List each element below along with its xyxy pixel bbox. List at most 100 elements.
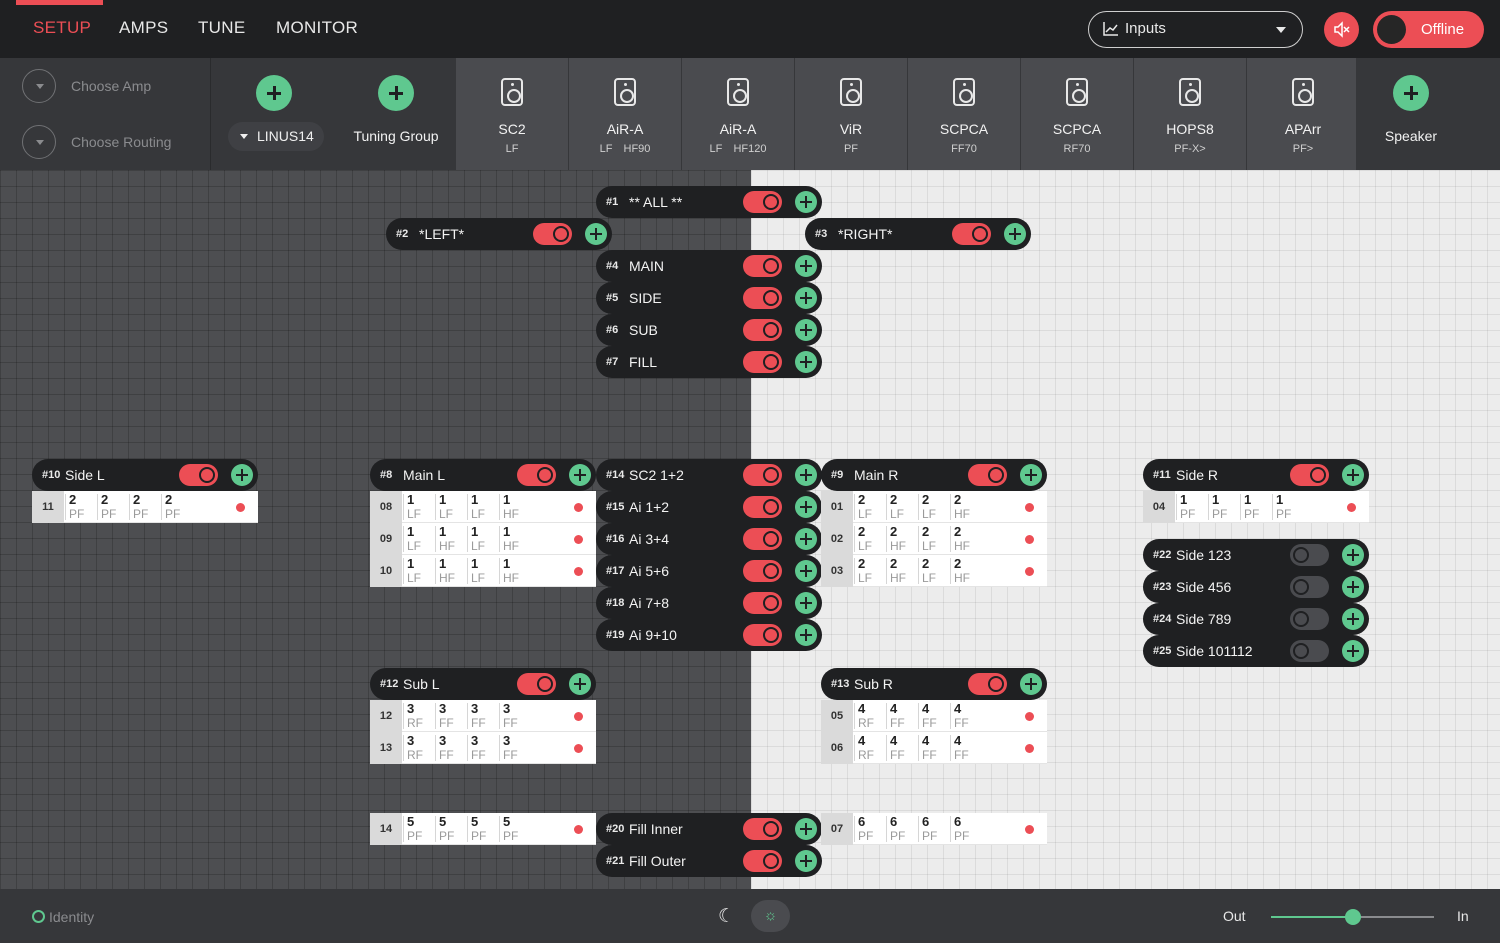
device-card[interactable]: AiR-A LF HF120 bbox=[682, 58, 794, 170]
group-node[interactable]: #2 *LEFT* bbox=[386, 218, 612, 250]
group-node[interactable]: #19 Ai 9+10 bbox=[596, 619, 822, 651]
add-icon[interactable] bbox=[795, 496, 817, 518]
amp-channel[interactable]: 1 LF bbox=[403, 556, 433, 586]
amp-channel[interactable]: 1 HF bbox=[435, 524, 465, 554]
amp-channel[interactable]: 1 HF bbox=[499, 524, 529, 554]
amp-channel[interactable]: 3 RF bbox=[403, 733, 433, 763]
tab-setup[interactable]: SETUP bbox=[33, 0, 91, 58]
group-toggle[interactable] bbox=[743, 624, 782, 646]
add-icon[interactable] bbox=[1342, 464, 1364, 486]
amp-channel[interactable]: 1 HF bbox=[435, 556, 465, 586]
view-select[interactable]: Inputs bbox=[1088, 11, 1303, 48]
amp-channel[interactable]: 1 LF bbox=[403, 492, 433, 522]
group-toggle[interactable] bbox=[1290, 464, 1329, 486]
amp-channel[interactable]: 2 LF bbox=[918, 556, 948, 586]
amp-channel[interactable]: 2 LF bbox=[854, 524, 884, 554]
group-toggle[interactable] bbox=[743, 496, 782, 518]
group-node[interactable]: #12 Sub L bbox=[370, 668, 596, 700]
group-toggle[interactable] bbox=[743, 255, 782, 277]
amp-channel[interactable]: 2 PF bbox=[65, 492, 95, 522]
amp-row[interactable]: 07 6 PF 6 PF 6 PF 6 PF bbox=[821, 813, 1047, 845]
amp-channel[interactable]: 2 PF bbox=[129, 492, 159, 522]
group-node[interactable]: #10 Side L bbox=[32, 459, 258, 491]
group-node[interactable]: #4 MAIN bbox=[596, 250, 822, 282]
amp-channel[interactable]: 1 LF bbox=[467, 556, 497, 586]
group-toggle[interactable] bbox=[743, 818, 782, 840]
add-icon[interactable] bbox=[1342, 576, 1364, 598]
group-toggle[interactable] bbox=[743, 351, 782, 373]
group-toggle[interactable] bbox=[517, 673, 556, 695]
amp-channel[interactable]: 2 HF bbox=[886, 556, 916, 586]
amp-type-select[interactable]: LINUS14 bbox=[228, 122, 324, 151]
amp-channel[interactable]: 6 PF bbox=[854, 814, 884, 844]
group-node[interactable]: #7 FILL bbox=[596, 346, 822, 378]
group-node[interactable]: #5 SIDE bbox=[596, 282, 822, 314]
group-node[interactable]: #14 SC2 1+2 bbox=[596, 459, 822, 491]
group-toggle[interactable] bbox=[743, 287, 782, 309]
amp-row[interactable]: 04 1 PF 1 PF 1 PF 1 PF bbox=[1143, 491, 1369, 523]
amp-channel[interactable]: 4 FF bbox=[950, 701, 980, 731]
amp-channel[interactable]: 4 FF bbox=[886, 701, 916, 731]
group-toggle[interactable] bbox=[1290, 640, 1329, 662]
add-icon[interactable] bbox=[231, 464, 253, 486]
tab-monitor[interactable]: MONITOR bbox=[276, 0, 358, 58]
add-icon[interactable] bbox=[795, 528, 817, 550]
add-icon[interactable] bbox=[795, 319, 817, 341]
slider-thumb[interactable] bbox=[1344, 909, 1361, 925]
amp-row[interactable]: 01 2 LF 2 LF 2 LF 2 HF bbox=[821, 491, 1047, 523]
group-node[interactable]: #20 Fill Inner bbox=[596, 813, 822, 845]
amp-channel[interactable]: 6 PF bbox=[886, 814, 916, 844]
device-card[interactable]: AiR-A LF HF90 bbox=[569, 58, 681, 170]
add-icon[interactable] bbox=[585, 223, 607, 245]
amp-channel[interactable]: 2 HF bbox=[950, 524, 980, 554]
add-icon[interactable] bbox=[795, 191, 817, 213]
tab-tune[interactable]: TUNE bbox=[198, 0, 245, 58]
add-amp-button[interactable] bbox=[256, 75, 292, 111]
device-card[interactable]: APArr PF> bbox=[1247, 58, 1359, 170]
amp-channel[interactable]: 1 PF bbox=[1176, 492, 1206, 522]
mute-button[interactable] bbox=[1324, 12, 1359, 47]
group-node[interactable]: #21 Fill Outer bbox=[596, 845, 822, 877]
amp-channel[interactable]: 2 LF bbox=[854, 492, 884, 522]
group-node[interactable]: #22 Side 123 bbox=[1143, 539, 1369, 571]
add-icon[interactable] bbox=[795, 464, 817, 486]
add-icon[interactable] bbox=[795, 624, 817, 646]
add-icon[interactable] bbox=[795, 560, 817, 582]
device-card[interactable]: SCPCA FF70 bbox=[908, 58, 1020, 170]
amp-channel[interactable]: 2 HF bbox=[950, 556, 980, 586]
amp-channel[interactable]: 3 FF bbox=[467, 701, 497, 731]
amp-channel[interactable]: 1 LF bbox=[467, 492, 497, 522]
device-card[interactable]: SCPCA RF70 bbox=[1021, 58, 1133, 170]
add-icon[interactable] bbox=[1342, 544, 1364, 566]
add-icon[interactable] bbox=[1342, 608, 1364, 630]
amp-channel[interactable]: 5 PF bbox=[435, 814, 465, 844]
add-icon[interactable] bbox=[1004, 223, 1026, 245]
group-node[interactable]: #18 Ai 7+8 bbox=[596, 587, 822, 619]
amp-channel[interactable]: 4 RF bbox=[854, 733, 884, 763]
amp-channel[interactable]: 3 FF bbox=[435, 701, 465, 731]
group-toggle[interactable] bbox=[1290, 608, 1329, 630]
device-card[interactable]: HOPS8 PF-X> bbox=[1134, 58, 1246, 170]
amp-channel[interactable]: 4 RF bbox=[854, 701, 884, 731]
amp-channel[interactable]: 6 PF bbox=[950, 814, 980, 844]
amp-channel[interactable]: 3 FF bbox=[435, 733, 465, 763]
amp-channel[interactable]: 5 PF bbox=[467, 814, 497, 844]
amp-channel[interactable]: 5 PF bbox=[403, 814, 433, 844]
amp-channel[interactable]: 1 HF bbox=[499, 556, 529, 586]
add-icon[interactable] bbox=[795, 592, 817, 614]
amp-channel[interactable]: 1 PF bbox=[1272, 492, 1302, 522]
amp-row[interactable]: 14 5 PF 5 PF 5 PF 5 PF bbox=[370, 813, 596, 845]
amp-channel[interactable]: 1 LF bbox=[467, 524, 497, 554]
amp-channel[interactable]: 2 PF bbox=[97, 492, 127, 522]
amp-channel[interactable]: 5 PF bbox=[499, 814, 529, 844]
group-toggle[interactable] bbox=[743, 319, 782, 341]
amp-channel[interactable]: 1 HF bbox=[499, 492, 529, 522]
add-icon[interactable] bbox=[1020, 673, 1042, 695]
sun-icon[interactable]: ☼ bbox=[751, 900, 790, 932]
amp-channel[interactable]: 4 FF bbox=[918, 701, 948, 731]
group-toggle[interactable] bbox=[968, 673, 1007, 695]
group-toggle[interactable] bbox=[179, 464, 218, 486]
add-icon[interactable] bbox=[795, 351, 817, 373]
amp-channel[interactable]: 4 FF bbox=[950, 733, 980, 763]
amp-row[interactable]: 05 4 RF 4 FF 4 FF 4 FF bbox=[821, 700, 1047, 732]
